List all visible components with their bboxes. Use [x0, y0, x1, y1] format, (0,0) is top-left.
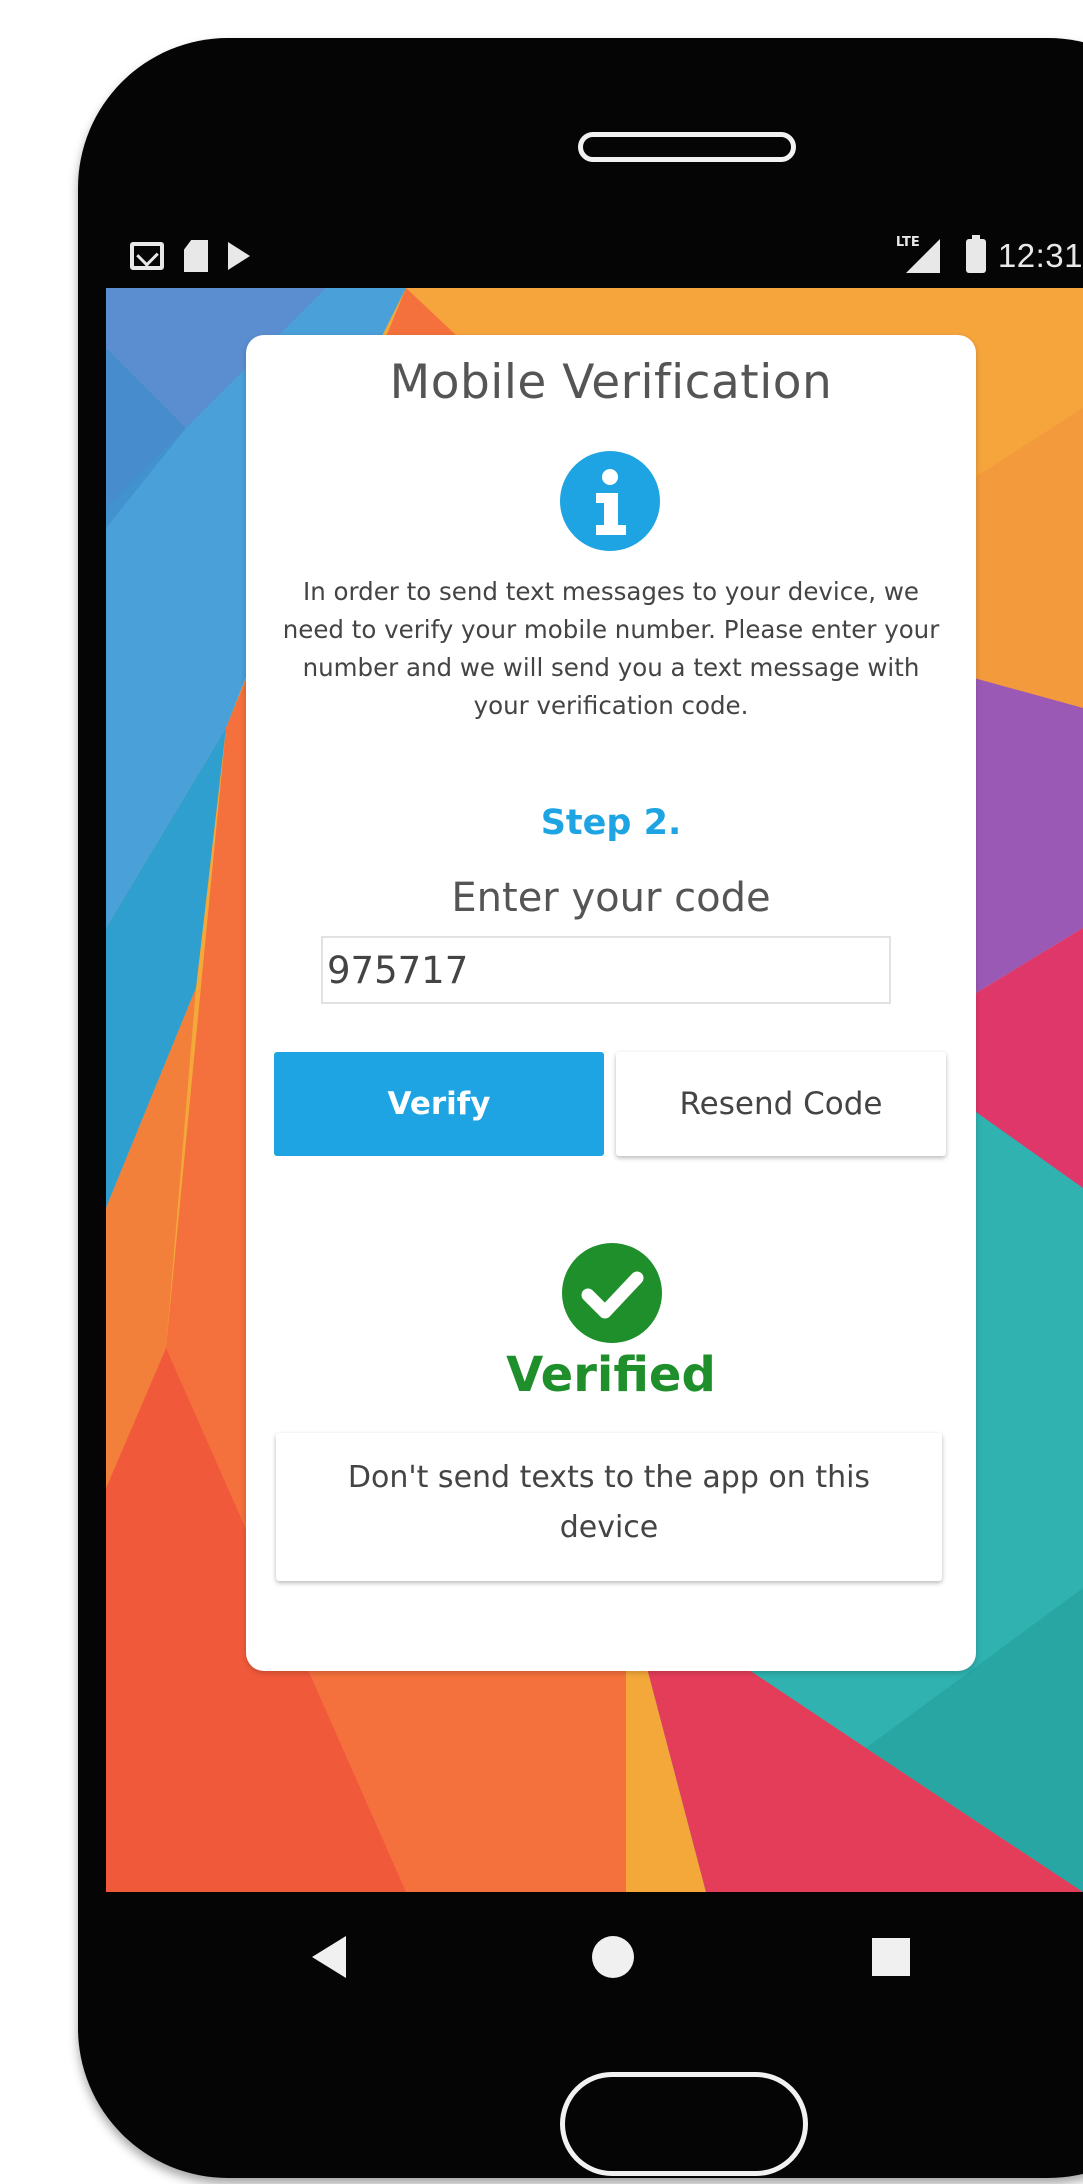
- home-icon[interactable]: [592, 1936, 634, 1978]
- status-time: 12:31: [997, 237, 1083, 274]
- step-label: Step 2.: [540, 803, 682, 843]
- navigation-bar: [106, 1892, 1083, 2022]
- status-system-icons: LTE 12:31: [896, 234, 1083, 278]
- dont-send-texts-button[interactable]: Don't send texts to the app on this devi…: [276, 1433, 942, 1581]
- battery-icon: [965, 235, 986, 273]
- stage: LTE 12:31 Mobile Verification In order t…: [0, 0, 1083, 2184]
- dialog-title: Mobile Verification: [389, 355, 833, 410]
- hardware-home-key[interactable]: [560, 2072, 808, 2176]
- status-bar: LTE 12:31: [106, 220, 1083, 288]
- earpiece-speaker: [578, 132, 796, 162]
- resend-code-button[interactable]: Resend Code: [616, 1052, 946, 1156]
- sim-card-icon: [184, 240, 208, 272]
- code-field-label: Enter your code: [451, 875, 771, 921]
- status-notification-icons: [130, 236, 250, 276]
- check-circle-icon: [562, 1243, 662, 1343]
- verification-code-input[interactable]: [321, 936, 891, 1004]
- verify-button[interactable]: Verify: [274, 1052, 604, 1156]
- play-store-icon: [228, 242, 250, 270]
- dialog-description: In order to send text messages to your d…: [282, 577, 940, 720]
- verified-status: Verified: [506, 1347, 716, 1403]
- recents-icon[interactable]: [872, 1938, 910, 1976]
- gmail-icon: [130, 242, 164, 270]
- back-icon[interactable]: [312, 1936, 346, 1978]
- info-icon: [560, 451, 660, 551]
- verification-dialog: Mobile Verification In order to send tex…: [246, 335, 976, 1671]
- lte-signal-icon: LTE: [896, 235, 940, 273]
